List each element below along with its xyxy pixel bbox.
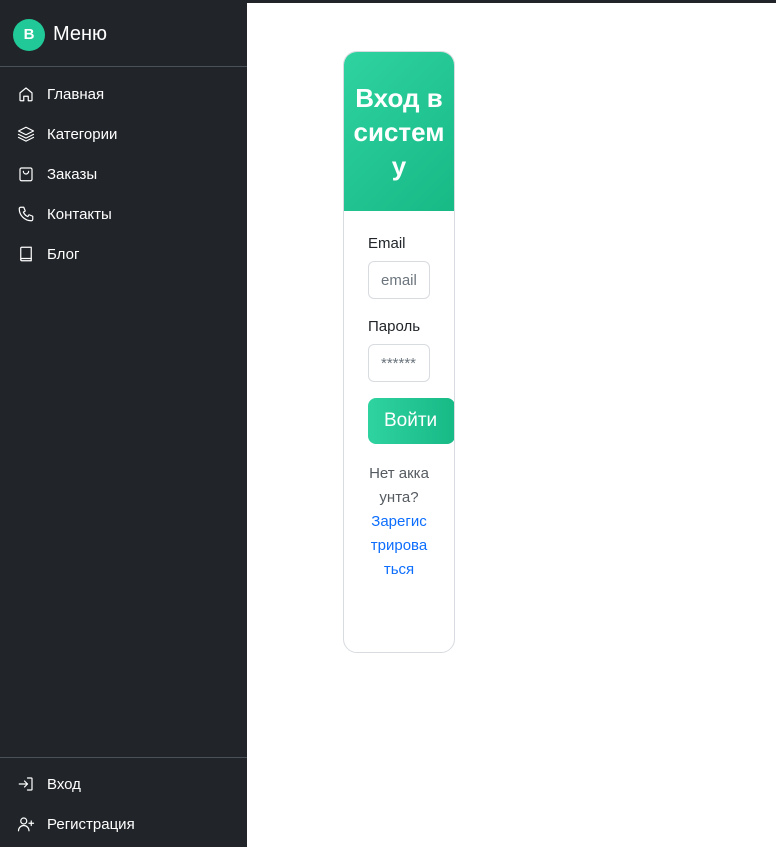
login-card-header: Вход в систему	[344, 52, 454, 211]
password-label: Пароль	[368, 318, 421, 335]
sidebar-item-label: Вход	[47, 775, 81, 793]
sidebar-item-label: Главная	[47, 85, 105, 103]
sidebar-item-orders[interactable]: Заказы	[0, 154, 247, 194]
sidebar-item-register[interactable]: Регистрация	[0, 804, 247, 844]
password-field[interactable]	[368, 344, 430, 382]
sidebar-item-label: Регистрация	[47, 815, 135, 833]
sidebar: B Меню Главная Категории Заказы Контакты…	[0, 3, 247, 847]
register-link[interactable]: Зарегистрироваться	[368, 510, 430, 582]
sidebar-bottom-nav: Вход Регистрация	[0, 757, 247, 847]
sidebar-item-home[interactable]: Главная	[0, 74, 247, 114]
bag-icon	[17, 165, 35, 183]
sidebar-item-label: Блог	[47, 245, 80, 263]
home-icon	[17, 85, 35, 103]
no-account-text: Нет аккаунта?	[369, 465, 429, 506]
sidebar-item-blog[interactable]: Блог	[0, 234, 247, 274]
sidebar-item-login[interactable]: Вход	[0, 764, 247, 804]
email-field[interactable]	[368, 261, 430, 299]
phone-icon	[17, 205, 35, 223]
sidebar-item-contacts[interactable]: Контакты	[0, 194, 247, 234]
login-button[interactable]: Войти	[368, 398, 454, 444]
email-label: Email	[368, 235, 406, 252]
user-plus-icon	[17, 815, 35, 833]
sidebar-title: Меню	[53, 23, 108, 45]
layers-icon	[17, 125, 35, 143]
login-card: Вход в систему Email Пароль Войти Нет ак…	[343, 51, 455, 653]
sidebar-item-label: Категории	[47, 125, 118, 143]
login-form: Email Пароль Войти Нет аккаунта? Зарегис…	[344, 211, 454, 582]
login-title: Вход в систему	[353, 82, 445, 181]
sidebar-item-categories[interactable]: Категории	[0, 114, 247, 154]
sidebar-nav: Главная Категории Заказы Контакты Блог	[0, 67, 247, 274]
sidebar-item-label: Контакты	[47, 205, 112, 223]
brand-badge: B	[13, 18, 45, 51]
register-prompt: Нет аккаунта? Зарегистрироваться	[368, 462, 430, 582]
sidebar-item-label: Заказы	[47, 165, 98, 183]
book-icon	[17, 245, 35, 263]
login-icon	[17, 775, 35, 793]
sidebar-brand: B Меню	[0, 3, 247, 67]
